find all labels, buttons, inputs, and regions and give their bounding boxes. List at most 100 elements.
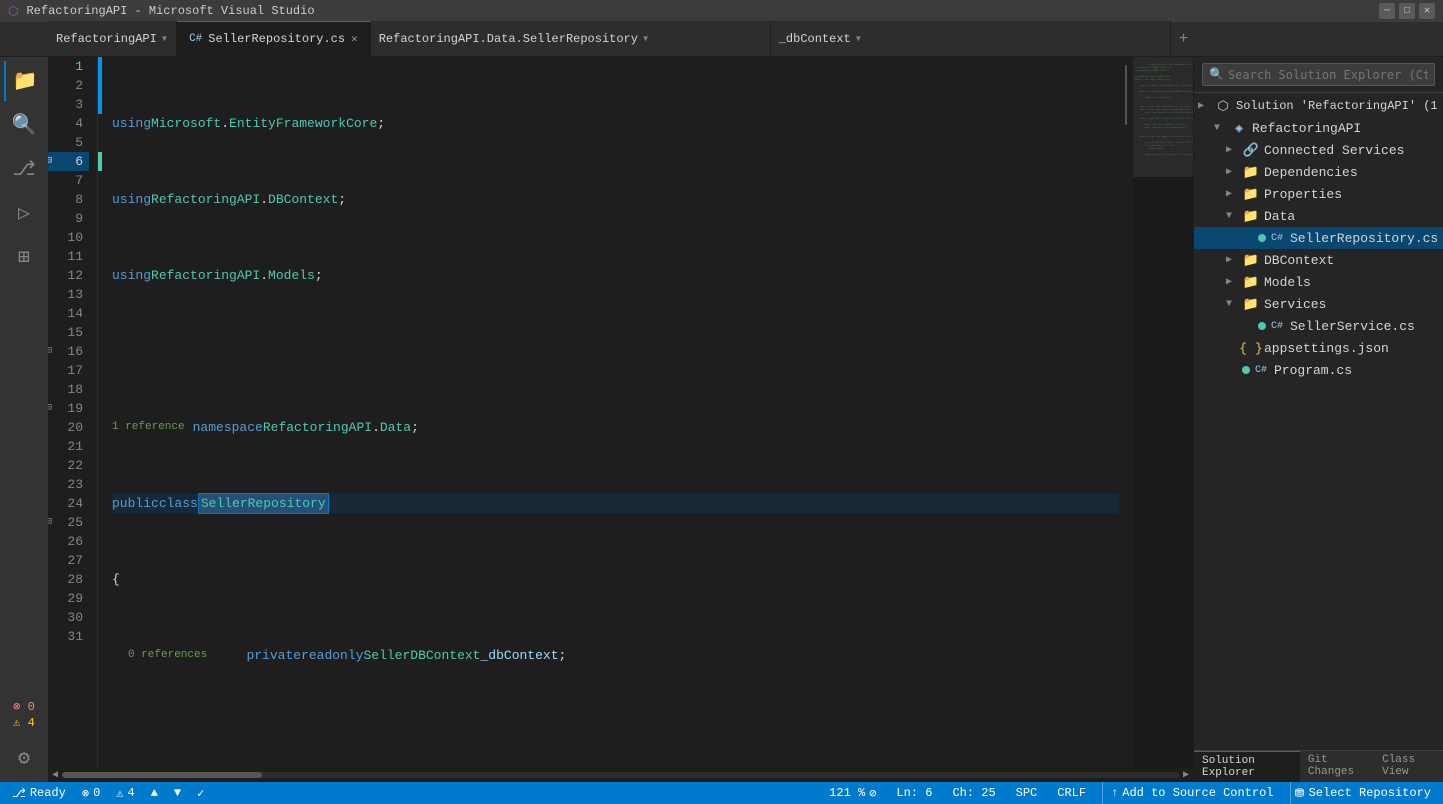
activity-debug[interactable]: ▷ [4,193,44,233]
connected-services-label: Connected Services [1264,143,1404,158]
activity-git[interactable]: ⎇ [4,149,44,189]
code-editor[interactable]: 1 2 3 4 5 ⊟6 7 8 9 10 11 12 13 14 15 [48,57,1193,768]
title-bar: ⬡ RefactoringAPI - Microsoft Visual Stud… [0,0,1443,22]
services-icon: 📁 [1242,295,1260,313]
project-icon: ◈ [1230,119,1248,137]
minimap[interactable]: using Microsoft.EntityFrameworkCore; usi… [1133,57,1193,768]
se-item-services[interactable]: ▼ 📁 Services [1194,293,1443,315]
se-search-bar: 🔍 [1194,57,1443,93]
select-repo-icon: ⛃ [1295,786,1305,801]
se-item-connected-services[interactable]: ▶ 🔗 Connected Services [1194,139,1443,161]
seller-repo-icon: C# [1268,229,1286,247]
properties-icon: 📁 [1242,185,1260,203]
models-icon: 📁 [1242,273,1260,291]
se-item-dbcontext[interactable]: ▶ 📁 DBContext [1194,249,1443,271]
solution-explorer: 🔍 ▶ ⬡ Solution 'RefactoringAPI' (1 of 1 … [1193,57,1443,782]
tab-seller-repository[interactable]: C# SellerRepository.cs ✕ [177,21,371,56]
status-col[interactable]: Ch: 25 [948,782,999,804]
select-repository-label: Select Repository [1309,786,1431,800]
se-item-properties[interactable]: ▶ 📁 Properties [1194,183,1443,205]
activity-explorer[interactable]: 📁 [4,61,44,101]
se-tab-class-view[interactable]: Class View [1374,751,1443,782]
models-label: Models [1264,275,1311,290]
close-btn[interactable]: ✕ [1419,3,1435,19]
properties-arrow: ▶ [1226,188,1242,200]
activity-errors[interactable]: ⊗ 0 ⚠ 4 [4,694,44,734]
seller-repo-label: SellerRepository.cs [1290,231,1438,246]
program-icon: C# [1252,361,1270,379]
status-nav-down[interactable]: ▼ [170,782,185,804]
activity-search[interactable]: 🔍 [4,105,44,145]
status-line-ending[interactable]: CRLF [1053,782,1090,804]
dependencies-label: Dependencies [1264,165,1358,180]
status-nav-up[interactable]: ▲ [147,782,162,804]
project-arrow-icon: ▼ [1214,123,1230,134]
status-bar: ⎇ Ready ⊗ 0 ⚠ 4 ▲ ▼ ✓ 121 % ⊘ Ln: 6 [0,782,1443,804]
line-ending-info: CRLF [1057,786,1086,800]
activity-bar: 📁 🔍 ⎇ ▷ ⊞ ⊗ 0 ⚠ 4 ⚙ [0,57,48,782]
add-tab-btn[interactable]: + [1171,21,1197,56]
status-errors-btn[interactable]: ⊗ 0 [78,782,104,804]
se-item-seller-repository[interactable]: C# SellerRepository.cs [1194,227,1443,249]
se-search-input[interactable] [1228,68,1428,82]
horizontal-scrollbar[interactable]: ◀ ▶ [48,768,1193,782]
se-item-seller-service[interactable]: C# SellerService.cs [1194,315,1443,337]
title-bar-text: RefactoringAPI - Microsoft Visual Studio [26,4,314,18]
warning-icon: ⚠ [116,786,123,801]
class-dropdown-arrow: ▾ [642,31,649,46]
se-item-program[interactable]: C# Program.cs [1194,359,1443,381]
status-encoding[interactable]: SPC [1012,782,1042,804]
status-line[interactable]: Ln: 6 [892,782,936,804]
activity-extensions[interactable]: ⊞ [4,237,44,277]
file-dropdown[interactable]: RefactoringAPI ▾ [48,21,177,56]
status-warnings-btn[interactable]: ⚠ 4 [112,782,138,804]
git-icon: ⎇ [12,786,26,801]
scroll-left-btn[interactable]: ◀ [52,769,58,781]
line-numbers: 1 2 3 4 5 ⊟6 7 8 9 10 11 12 13 14 15 [48,57,98,768]
tab-label: SellerRepository.cs [208,32,345,46]
vs-icon: ⬡ [8,4,18,19]
se-item-models[interactable]: ▶ 📁 Models [1194,271,1443,293]
tab-close-btn[interactable]: ✕ [351,32,358,46]
source-control-icon: ↑ [1111,786,1118,800]
data-icon: 📁 [1242,207,1260,225]
data-label: Data [1264,209,1295,224]
se-tree: ▶ ⬡ Solution 'RefactoringAPI' (1 of 1 pr… [1194,93,1443,750]
se-tab-git-changes[interactable]: Git Changes [1300,751,1374,782]
add-to-source-control-btn[interactable]: ↑ Add to Source Control [1102,782,1277,804]
code-content: using Microsoft.EntityFrameworkCore; usi… [102,57,1119,768]
status-git[interactable]: ⎇ Ready [8,782,70,804]
dbcontext-icon: 📁 [1242,251,1260,269]
status-nav-check[interactable]: ✓ [193,782,208,804]
status-ready: Ready [30,786,66,800]
dbcontext-arrow: ▶ [1226,254,1242,266]
seller-service-icon: C# [1268,317,1286,335]
select-repository-btn[interactable]: ⛃ Select Repository [1290,782,1435,804]
minimize-btn[interactable]: ─ [1379,3,1395,19]
seller-service-label: SellerService.cs [1290,319,1415,334]
error-icon: ⊗ [82,786,89,801]
se-item-solution[interactable]: ▶ ⬡ Solution 'RefactoringAPI' (1 of 1 pr… [1194,95,1443,117]
error-count: 0 [93,786,100,800]
search-icon: 🔍 [1209,67,1224,82]
project-label: RefactoringAPI [1252,121,1361,136]
member-dropdown-arrow: ▾ [855,31,862,46]
appsettings-label: appsettings.json [1264,341,1389,356]
se-item-appsettings[interactable]: { } appsettings.json [1194,337,1443,359]
add-to-source-control-label: Add to Source Control [1122,786,1273,800]
tab-bar: RefactoringAPI ▾ C# SellerRepository.cs … [0,22,1443,57]
activity-settings[interactable]: ⚙ [4,738,44,778]
se-item-data[interactable]: ▼ 📁 Data [1194,205,1443,227]
maximize-btn[interactable]: □ [1399,3,1415,19]
program-label: Program.cs [1274,363,1352,378]
se-item-dependencies[interactable]: ▶ 📁 Dependencies [1194,161,1443,183]
se-item-project[interactable]: ▼ ◈ RefactoringAPI [1194,117,1443,139]
member-dropdown[interactable]: _dbContext ▾ [771,21,1171,56]
class-dropdown[interactable]: RefactoringAPI.Data.SellerRepository ▾ [371,21,771,56]
status-zoom[interactable]: 121 % ⊘ [825,782,880,804]
se-tab-solution-explorer[interactable]: Solution Explorer [1194,751,1300,782]
class-dropdown-label: RefactoringAPI.Data.SellerRepository [379,32,638,46]
vertical-scrollbar[interactable] [1119,57,1133,768]
encoding-info: SPC [1016,786,1038,800]
scroll-right-btn[interactable]: ▶ [1183,769,1189,781]
